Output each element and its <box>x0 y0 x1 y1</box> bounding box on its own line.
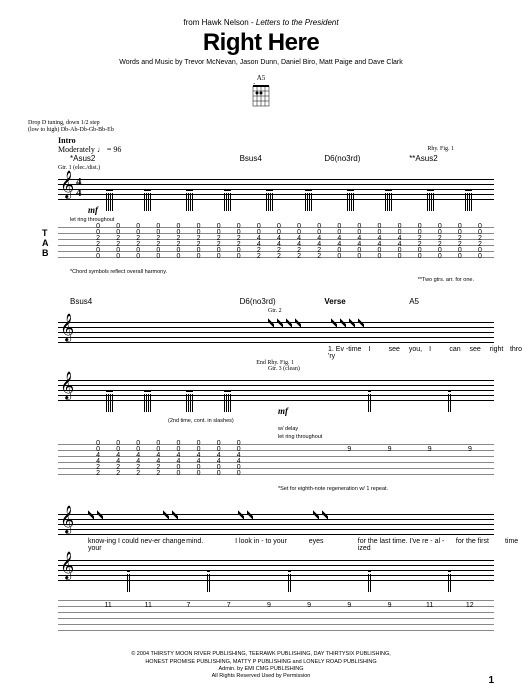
chord: A5 <box>409 297 494 306</box>
copyright-line2: HONEST PROMISE PUBLISHING, MATTY P PUBLI… <box>0 659 522 666</box>
source-line: from Hawk Nelson - Letters to the Presid… <box>28 18 494 27</box>
chord-row-1: *Asus2 Bsus4 D6(no3rd) **Asus2 <box>28 154 494 163</box>
tab-3: 1111 77 99 99 1112 <box>28 600 494 640</box>
chord: *Asus2 <box>70 154 155 163</box>
song-title: Right Here <box>28 29 494 57</box>
tab-numbers: 1111 77 99 99 1112 <box>88 597 490 609</box>
treble-clef-icon: 𝄞 <box>60 554 74 578</box>
tuning-info: Drop D tuning, down 1/2 step (low to hig… <box>28 120 494 134</box>
staff-2a: 𝄞 <box>28 314 494 344</box>
delay-note: w/ delay <box>28 426 494 432</box>
notes-area <box>88 175 490 211</box>
chord-name: A5 <box>28 74 494 82</box>
treble-clef-icon: 𝄞 <box>60 508 74 532</box>
tuning-line2: (low to high) Db-Ab-Db-Gb-Bb-Eb <box>28 127 494 134</box>
tab-2: 004422004422004422004422 004400004400004… <box>28 444 494 484</box>
footnote-slashes: (2nd time, cont. in slashes) <box>28 418 494 424</box>
time-signature: 44 <box>76 177 82 198</box>
source-album: Letters to the President <box>256 18 339 27</box>
footnote-delay: *Set for eighth-note regeneration w/ 1 r… <box>28 486 494 492</box>
footnote-1: *Chord symbols reflect overall harmony. <box>28 269 494 275</box>
treble-clef-icon: 𝄞 <box>60 316 74 340</box>
footnote-2: **Two gtrs. arr. for one. <box>28 277 494 283</box>
copyright-block: © 2004 THIRSTY MOON RIVER PUBLISHING, TE… <box>0 651 522 680</box>
treble-clef-icon: 𝄞 <box>60 374 74 398</box>
staff-3a: 𝄞 <box>28 506 494 536</box>
treble-clef-icon: 𝄞 <box>60 173 74 197</box>
chord-diagram: A5 x <box>28 74 494 114</box>
chord: Bsus4 <box>240 154 325 163</box>
notes-area <box>88 556 490 592</box>
chord: D6(no3rd) <box>240 297 325 306</box>
tab-1: TAB 002200002200002200002200 00220000220… <box>28 227 494 267</box>
tab-numbers: 002200002200002200002200 002200002200002… <box>88 224 490 260</box>
source-prefix: from Hawk Nelson - <box>183 18 255 27</box>
chord <box>155 154 240 163</box>
staff-1: 𝄞 44 mf <box>28 171 494 215</box>
notes-area <box>88 376 490 412</box>
chord <box>155 297 240 306</box>
lyrics-row-1: 1. Ev - 'rytimeIseeyou,Icanseerightthrou… <box>88 346 522 360</box>
chord: **Asus2 <box>409 154 494 163</box>
system-3: 𝄞 know-ing I could nev-er change your mi… <box>28 506 494 640</box>
intro-label: Intro <box>58 136 494 145</box>
system-1: *Asus2 Bsus4 D6(no3rd) **Asus2 Gtr. 1 (e… <box>28 154 494 283</box>
verse-label: Verse <box>324 297 409 306</box>
chord: Bsus4 <box>70 297 155 306</box>
staff-3b: 𝄞 <box>28 552 494 596</box>
tab-numbers: 004422004422004422004422 004400004400004… <box>88 441 490 477</box>
lyrics-row-2: know-ing I could nev-er change your mind… <box>88 538 522 552</box>
chord: D6(no3rd) <box>324 154 409 163</box>
rhy-fig-label: Rhy. Fig. 1 <box>427 146 454 152</box>
copyright-line3: Admin. by EMI CMG PUBLISHING <box>0 666 522 673</box>
svg-text:x: x <box>253 83 255 85</box>
chord-grid: x <box>250 83 272 109</box>
system-2: Bsus4 D6(no3rd) Verse A5 Gtr. 2 𝄞 1. Ev … <box>28 297 494 492</box>
copyright-line4: All Rights Reserved Used by Permission <box>0 673 522 680</box>
page-number: 1 <box>488 675 494 686</box>
staff-2b: 𝄞 mf <box>28 372 494 416</box>
chord-row-2: Bsus4 D6(no3rd) Verse A5 <box>28 297 494 306</box>
credits: Words and Music by Trevor McNevan, Jason… <box>28 59 494 66</box>
copyright-line1: © 2004 THIRSTY MOON RIVER PUBLISHING, TE… <box>0 651 522 658</box>
tab-label: TAB <box>42 229 49 259</box>
